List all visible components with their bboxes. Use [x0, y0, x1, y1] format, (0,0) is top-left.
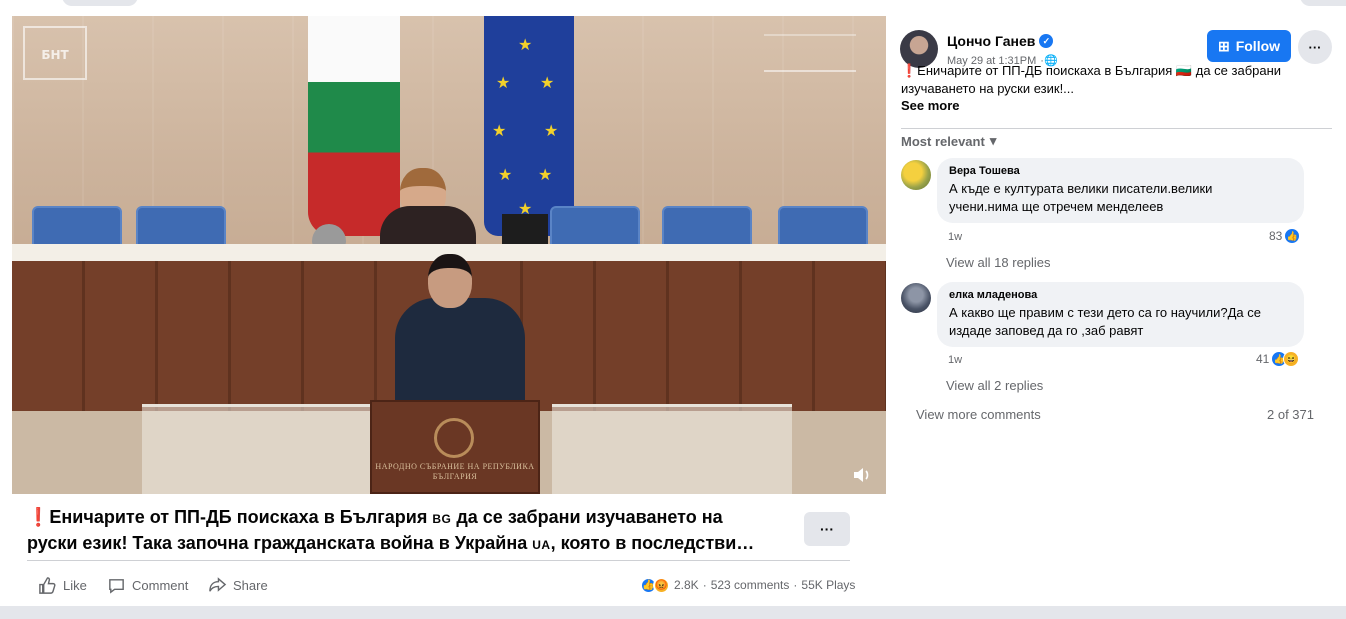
comment-time[interactable]: 1w [948, 231, 962, 243]
eu-star: ★ [492, 123, 507, 140]
caption-line-2: руски език! Така започна гражданската во… [27, 531, 787, 557]
speaker-head [428, 254, 472, 308]
comment-bubble: Вера Тошева А къде е културата велики пи… [937, 158, 1304, 223]
comment-icon [109, 578, 124, 594]
comment-text: А какво ще правим с тези дето са го науч… [949, 305, 1262, 320]
separator: · [702, 578, 707, 592]
like-label: Like [63, 577, 87, 593]
bnt-logo: БНТ [23, 26, 87, 80]
glass-rail [142, 404, 382, 494]
thumbs-up-icon [39, 576, 56, 594]
reaction-count[interactable]: 2.8K [674, 578, 699, 592]
angry-reaction-icon[interactable]: 😡 [653, 576, 670, 594]
eu-star: ★ [498, 167, 513, 184]
parliament-logo [764, 34, 856, 72]
sort-label: Most relevant [901, 133, 985, 149]
eu-star: ★ [538, 167, 553, 184]
comment-sort-dropdown[interactable]: Most relevant ▾ [901, 133, 996, 149]
verified-badge-icon: ✓ [1039, 34, 1054, 48]
share-label: Share [233, 577, 268, 593]
eu-star: ★ [540, 75, 555, 92]
comment-reactions[interactable]: 41 👍 😆 [1256, 351, 1300, 367]
comments-count[interactable]: 523 comments [711, 578, 790, 592]
caption-text: , която в последстви… [550, 533, 755, 553]
see-more-link[interactable]: See more [901, 98, 960, 113]
glass-rail [552, 404, 792, 494]
comment-bubble: елка младенова А какво ще правим с тези … [937, 282, 1304, 347]
chevron-down-icon: ▾ [989, 133, 997, 148]
post-more-button[interactable]: ··· [804, 512, 850, 546]
volume-icon[interactable] [852, 466, 874, 484]
video-player[interactable]: ★ ★ ★ ★ ★ ★ ★ ★ НАРОДНО СЪБРАНИЕ НА РЕПУ… [12, 16, 886, 494]
caption-text: Еничарите от ПП-ДБ поискаха в България [49, 507, 428, 527]
comment-reaction-count: 83 [1269, 229, 1283, 243]
divider [27, 560, 850, 561]
comment-reaction-count: 41 [1256, 352, 1270, 366]
comment-reactions[interactable]: 83 👍 [1269, 228, 1301, 244]
like-reaction-icon: 👍 [1284, 228, 1301, 244]
page-footer-strip [0, 606, 1346, 619]
comment-button[interactable]: Comment [107, 575, 188, 595]
commenter-avatar[interactable] [901, 160, 931, 190]
sidebar-more-button[interactable]: ··· [1298, 30, 1332, 64]
top-tab-pill[interactable] [62, 0, 138, 6]
author-name-text[interactable]: Цончо Ганев [947, 33, 1035, 49]
author-name[interactable]: Цончо Ганев ✓ [947, 33, 1054, 49]
podium-text: НАРОДНО СЪБРАНИЕ НА РЕПУБЛИКА БЪЛГАРИЯ [375, 462, 535, 481]
comment-text: издаде заповед да го ,заб равят [949, 323, 1144, 338]
comment-time[interactable]: 1w [948, 354, 962, 366]
view-more-comments-link[interactable]: View more comments [916, 407, 1041, 422]
haha-reaction-icon: 😆 [1283, 351, 1300, 367]
separator: · [793, 578, 798, 592]
exclamation-icon: ❗ [27, 507, 50, 527]
follow-button[interactable]: ⊞ Follow [1207, 30, 1291, 62]
bulgarian-flag [308, 16, 400, 236]
comment-label: Comment [132, 577, 189, 593]
podium: НАРОДНО СЪБРАНИЕ НА РЕПУБЛИКА БЪЛГАРИЯ [370, 400, 540, 494]
caption-text: да се забрани изучаването на [456, 507, 723, 527]
view-replies-link[interactable]: View all 18 replies [946, 255, 1051, 270]
bg-flag-icon: BG [432, 512, 452, 526]
follow-label: Follow [1235, 38, 1281, 54]
commenter-name[interactable]: елка младенова [949, 289, 1292, 301]
share-icon [209, 576, 227, 592]
monitor [502, 214, 548, 244]
post-stats: 👍 😡 2.8K · 523 comments · 55K Plays [640, 575, 855, 595]
plays-count: 55K Plays [801, 578, 856, 592]
commenter-name[interactable]: Вера Тошева [949, 165, 1292, 177]
like-button[interactable]: Like [38, 575, 87, 595]
ua-flag-icon: UA [532, 538, 551, 552]
caption-line-1: ❗Еничарите от ПП-ДБ поискаха в България … [27, 505, 787, 531]
comment-text: А къде е културата велики писатели.велик… [949, 181, 1213, 196]
eu-star: ★ [518, 37, 533, 54]
comment-count: 2 of 371 [1267, 407, 1314, 422]
eu-star: ★ [544, 123, 559, 140]
caption-text: руски език! Така започна гражданската во… [27, 533, 528, 553]
chairwoman-body [380, 206, 476, 246]
top-tab-pill[interactable] [1300, 0, 1346, 6]
post-caption: ❗Еничарите от ПП-ДБ поискаха в България … [27, 505, 787, 557]
divider [901, 128, 1332, 129]
facebook-video-post-page: ★ ★ ★ ★ ★ ★ ★ ★ НАРОДНО СЪБРАНИЕ НА РЕПУ… [0, 0, 1346, 619]
follow-icon: ⊞ [1217, 37, 1230, 54]
eu-flag: ★ ★ ★ ★ ★ ★ ★ ★ [484, 16, 574, 236]
post-text: ❗Еничарите от ПП-ДБ поискаха в България … [901, 63, 1282, 96]
eu-star: ★ [496, 75, 511, 92]
coat-of-arms-icon [434, 418, 474, 458]
commenter-avatar[interactable] [901, 283, 931, 313]
comment-text: учени.нима ще отречем менделеев [949, 199, 1164, 214]
view-replies-link[interactable]: View all 2 replies [946, 378, 1043, 393]
share-button[interactable]: Share [208, 575, 268, 595]
